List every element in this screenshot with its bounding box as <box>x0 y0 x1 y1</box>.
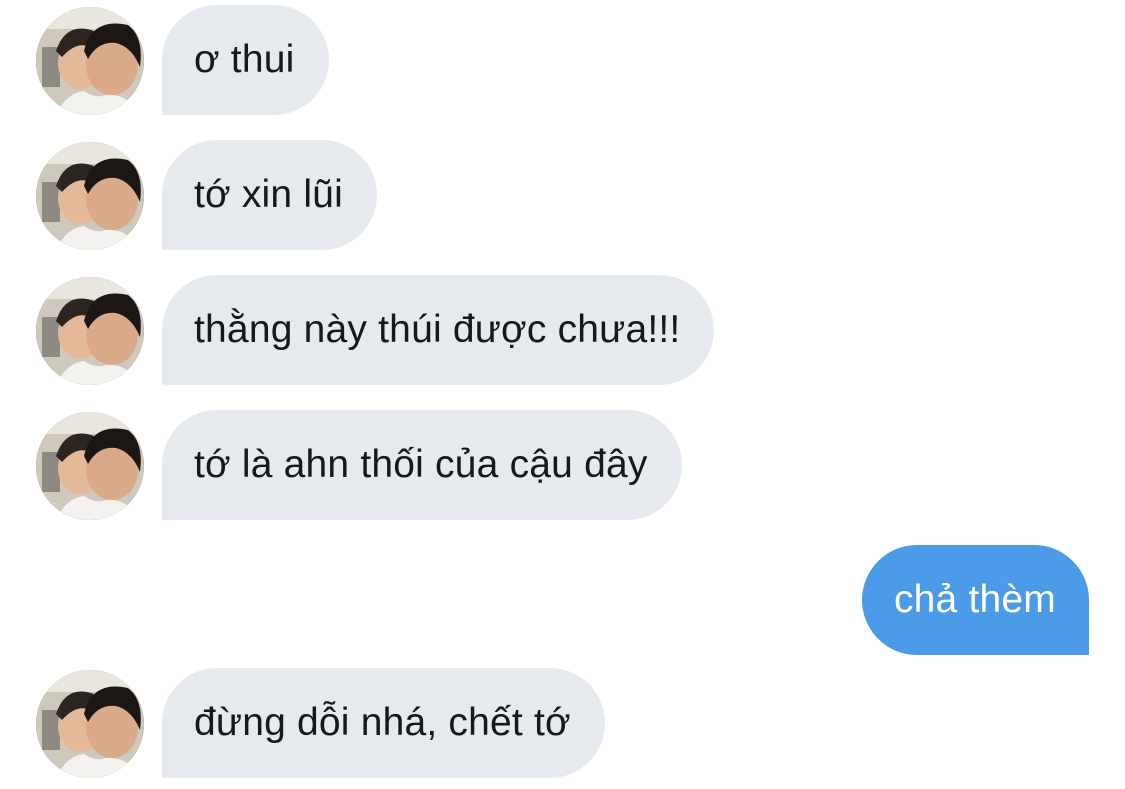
profile-photo-icon <box>36 142 144 250</box>
avatar[interactable] <box>36 277 144 385</box>
chat-thread: ơ thui tớ xin lũi thằng này thúi được ch… <box>0 0 1125 789</box>
message-row: tớ là ahn thối của cậu đây <box>0 410 1125 520</box>
message-bubble-incoming[interactable]: ơ thui <box>162 5 329 115</box>
message-row-outgoing: chả thèm <box>0 545 1125 655</box>
message-row: thằng này thúi được chưa!!! <box>0 275 1125 385</box>
avatar[interactable] <box>36 7 144 115</box>
avatar[interactable] <box>36 412 144 520</box>
message-row: đừng dỗi nhá, chết tớ <box>0 668 1125 778</box>
avatar[interactable] <box>36 142 144 250</box>
profile-photo-icon <box>36 670 144 778</box>
message-bubble-incoming[interactable]: tớ là ahn thối của cậu đây <box>162 410 682 520</box>
profile-photo-icon <box>36 412 144 520</box>
profile-photo-icon <box>36 7 144 115</box>
avatar[interactable] <box>36 670 144 778</box>
message-row: tớ xin lũi <box>0 140 1125 250</box>
message-row: ơ thui <box>0 5 1125 115</box>
message-bubble-incoming[interactable]: đừng dỗi nhá, chết tớ <box>162 668 605 778</box>
message-bubble-incoming[interactable]: tớ xin lũi <box>162 140 377 250</box>
message-bubble-incoming[interactable]: thằng này thúi được chưa!!! <box>162 275 715 385</box>
profile-photo-icon <box>36 277 144 385</box>
message-bubble-outgoing[interactable]: chả thèm <box>861 545 1089 655</box>
